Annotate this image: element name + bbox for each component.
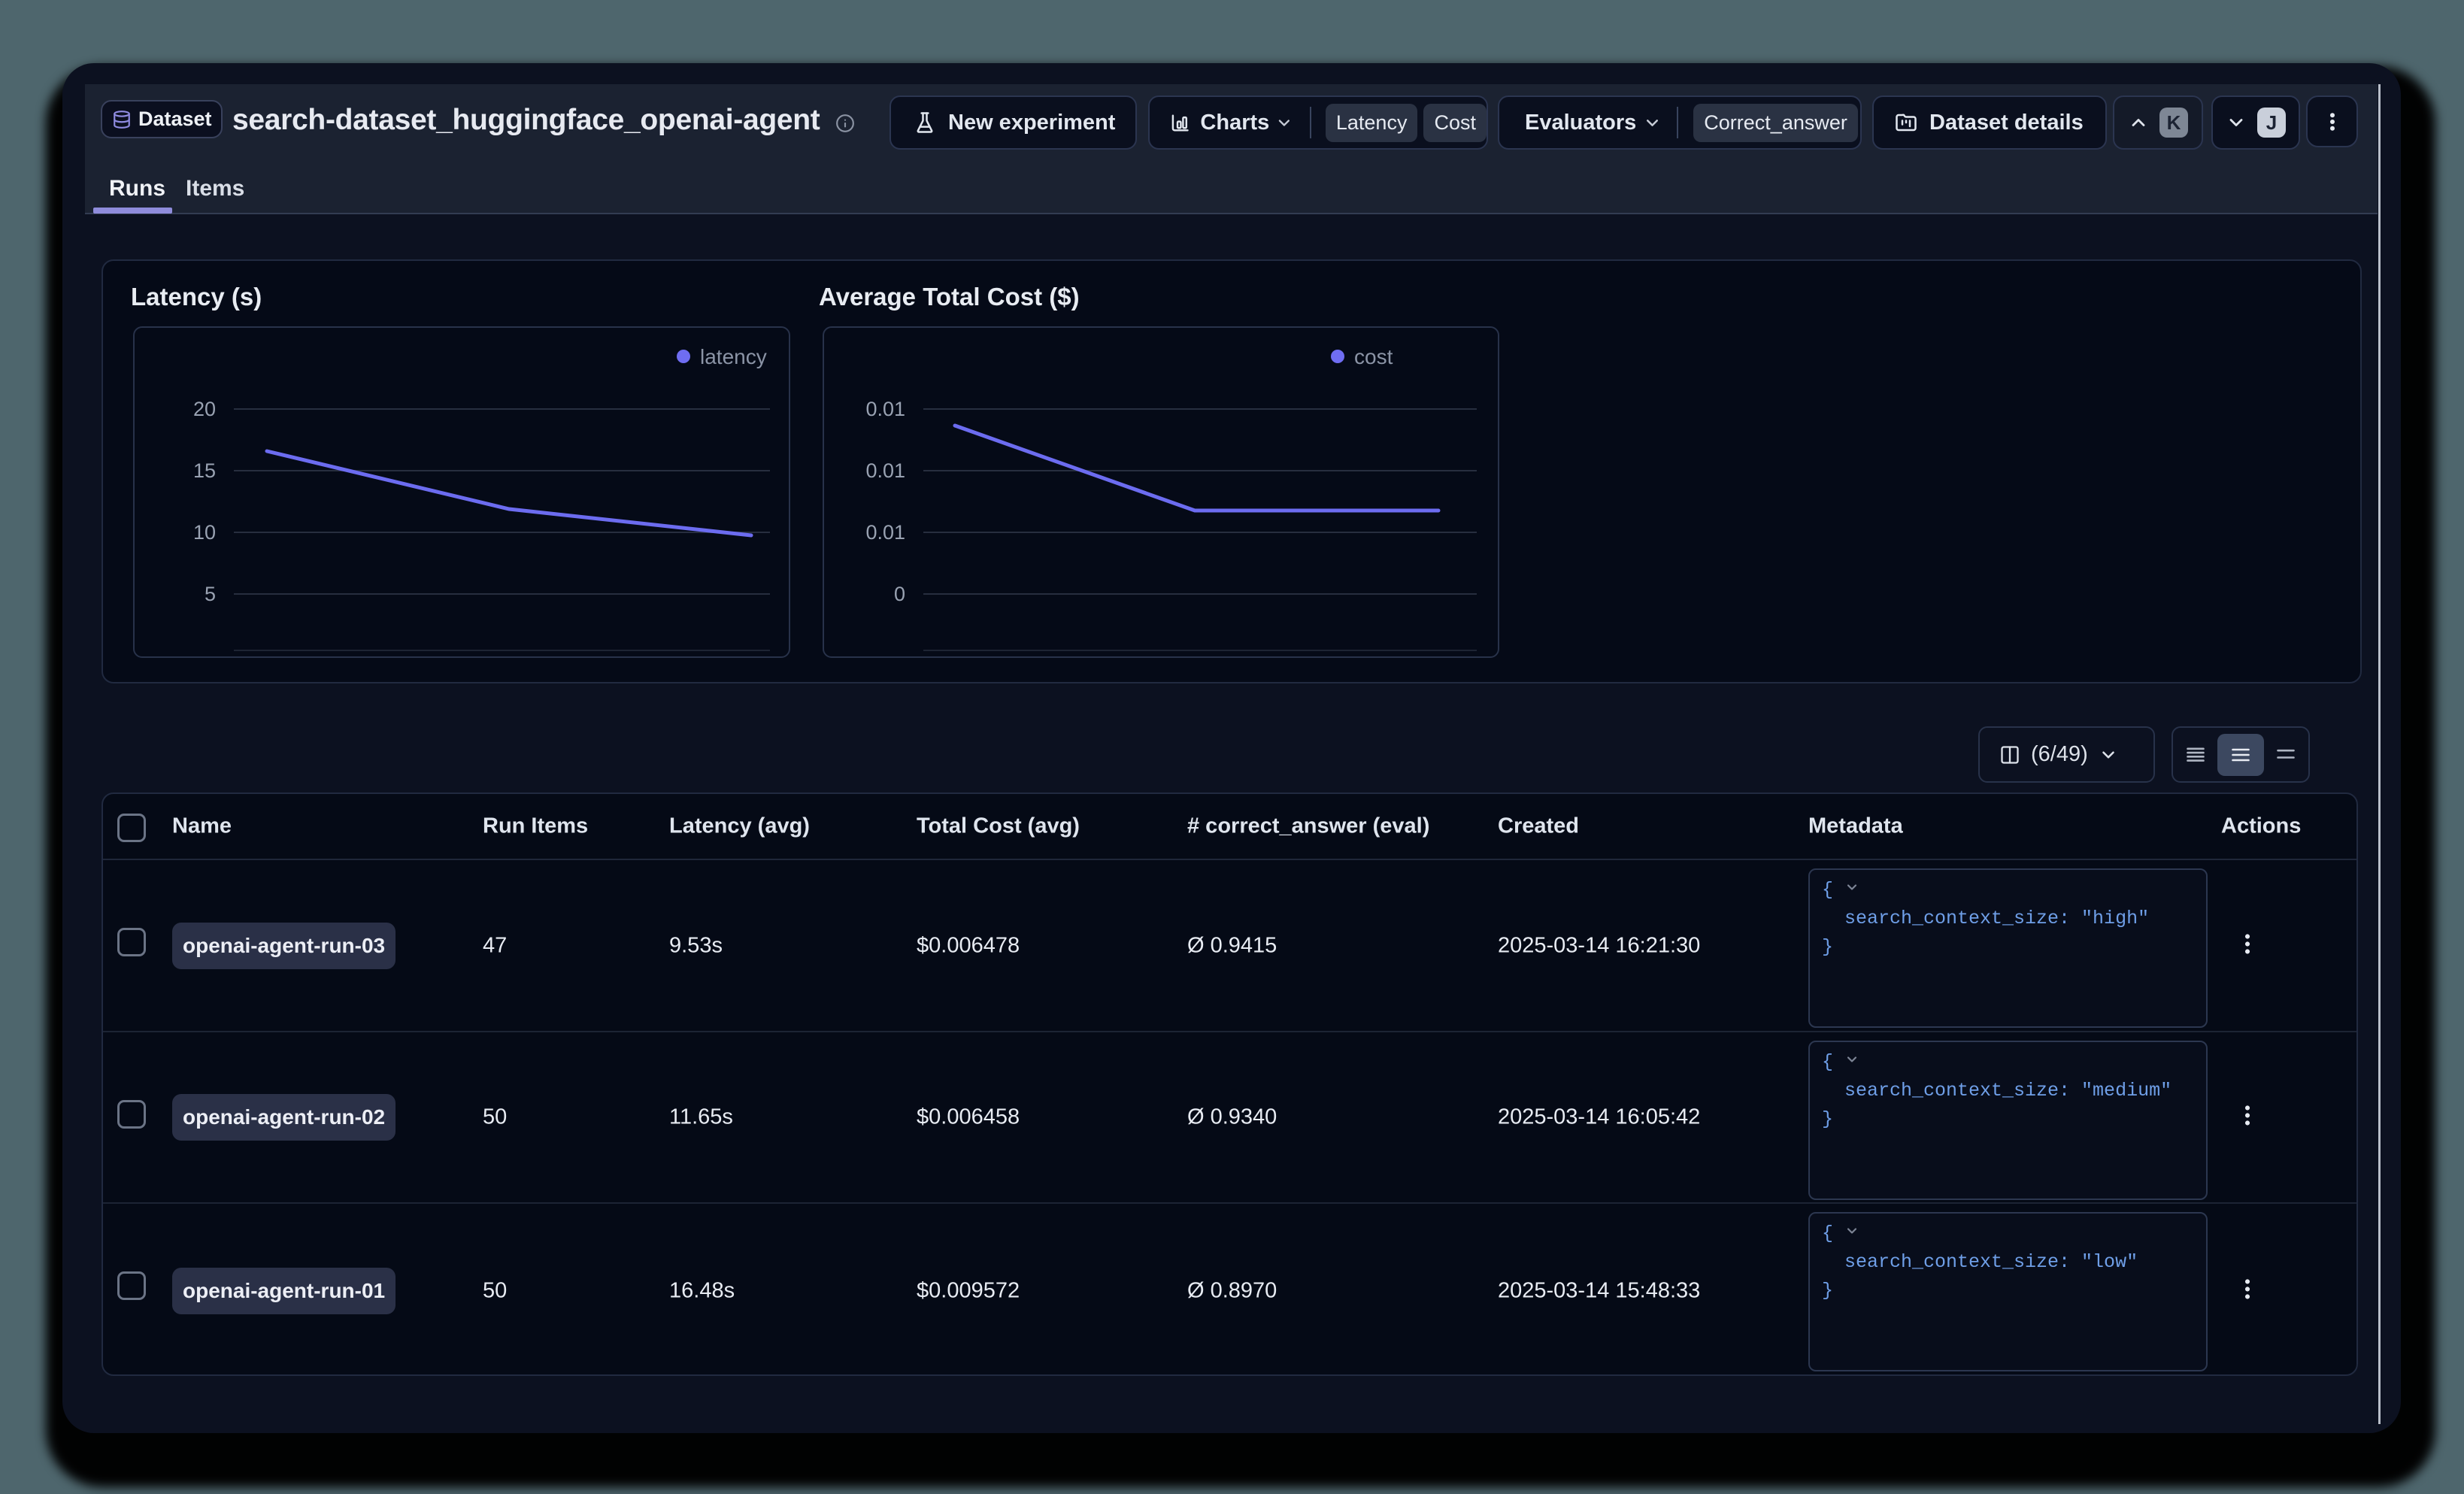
svg-text:15: 15 [193, 459, 216, 482]
svg-text:latency: latency [700, 345, 767, 368]
svg-text:cost: cost [1354, 345, 1393, 368]
svg-text:5: 5 [205, 583, 216, 605]
svg-text:0: 0 [894, 583, 905, 605]
svg-text:0.01: 0.01 [865, 398, 905, 420]
svg-text:20: 20 [193, 398, 216, 420]
svg-text:10: 10 [193, 521, 216, 544]
svg-text:0.01: 0.01 [865, 521, 905, 544]
svg-text:0.01: 0.01 [865, 459, 905, 482]
